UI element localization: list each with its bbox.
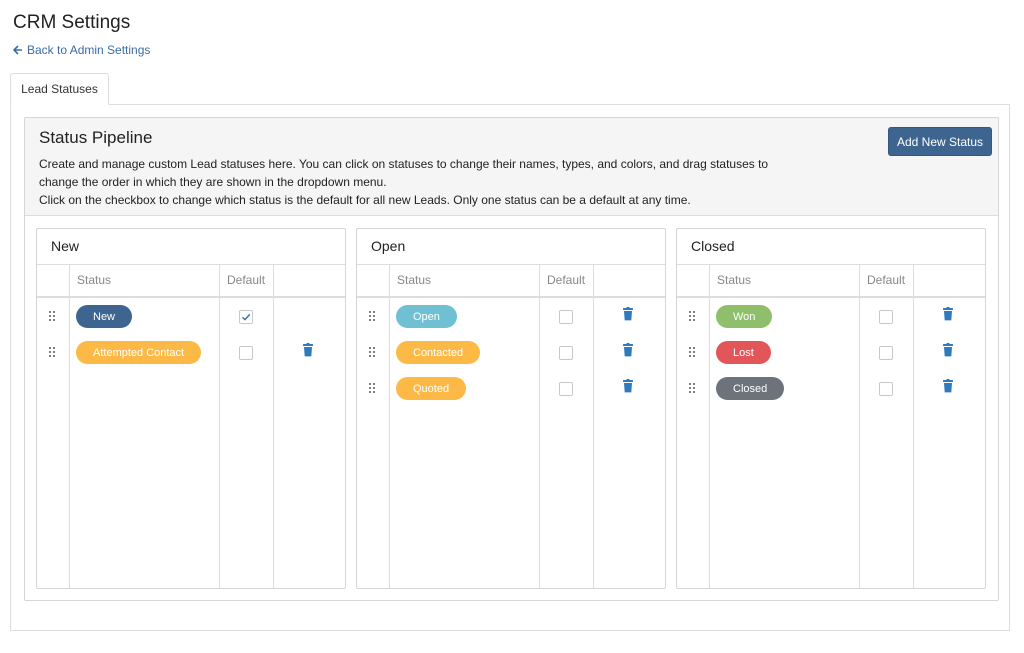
status-row: Open xyxy=(357,305,665,329)
status-row: New xyxy=(37,305,345,329)
trash-icon[interactable] xyxy=(302,343,314,357)
status-column-header: Status xyxy=(717,273,752,287)
default-checkbox[interactable] xyxy=(559,346,573,360)
add-new-status-button[interactable]: Add New Status xyxy=(888,127,992,156)
column-divider xyxy=(357,296,665,298)
status-pipeline-panel: Status Pipeline Create and manage custom… xyxy=(24,117,999,601)
pipeline-description: Create and manage custom Lead statuses h… xyxy=(39,155,809,209)
default-checkbox[interactable] xyxy=(879,346,893,360)
trash-icon[interactable] xyxy=(622,343,634,357)
drag-handle-icon[interactable] xyxy=(49,311,57,323)
trash-icon[interactable] xyxy=(942,307,954,321)
status-row: Lost xyxy=(677,341,985,365)
column-divider xyxy=(357,264,665,265)
checkmark-icon xyxy=(242,313,251,321)
default-checkbox[interactable] xyxy=(879,310,893,324)
status-pill[interactable]: Closed xyxy=(716,377,785,400)
status-row: Won xyxy=(677,305,985,329)
pipeline-header: Status Pipeline Create and manage custom… xyxy=(25,118,998,216)
status-column-header: Status xyxy=(397,273,432,287)
status-row: Contacted xyxy=(357,341,665,365)
drag-handle-icon[interactable] xyxy=(369,383,377,395)
column-title: Closed xyxy=(691,238,735,254)
column-closed: Closed Status Default Won Lost Closed xyxy=(676,228,986,589)
column-new: New Status Default New Attempted Contact xyxy=(36,228,346,589)
status-row: Quoted xyxy=(357,377,665,401)
tab-panel: Status Pipeline Create and manage custom… xyxy=(10,104,1010,631)
column-title: Open xyxy=(371,238,406,254)
status-row: Closed xyxy=(677,377,985,401)
status-pill[interactable]: Quoted xyxy=(396,377,467,400)
pipeline-description-line-2: Click on the checkbox to change which st… xyxy=(39,193,691,207)
arrow-left-icon xyxy=(13,45,22,55)
status-pill[interactable]: Open xyxy=(396,305,457,328)
default-checkbox[interactable] xyxy=(559,310,573,324)
status-column-header: Status xyxy=(77,273,112,287)
back-link-label: Back to Admin Settings xyxy=(27,43,151,57)
status-pill[interactable]: New xyxy=(76,305,133,328)
default-column-header: Default xyxy=(547,273,586,287)
trash-icon[interactable] xyxy=(622,379,634,393)
status-pill[interactable]: Attempted Contact xyxy=(76,341,202,364)
status-pill[interactable]: Contacted xyxy=(396,341,481,364)
default-checkbox[interactable] xyxy=(879,382,893,396)
status-pill[interactable]: Won xyxy=(716,305,773,328)
drag-handle-icon[interactable] xyxy=(369,311,377,323)
column-divider xyxy=(37,296,345,298)
drag-handle-icon[interactable] xyxy=(689,347,697,359)
column-divider xyxy=(37,264,345,265)
column-divider xyxy=(677,296,985,298)
drag-handle-icon[interactable] xyxy=(689,383,697,395)
status-pill[interactable]: Lost xyxy=(716,341,771,364)
tab-lead-statuses[interactable]: Lead Statuses xyxy=(10,73,109,105)
default-column-header: Default xyxy=(227,273,266,287)
drag-handle-icon[interactable] xyxy=(689,311,697,323)
status-row: Attempted Contact xyxy=(37,341,345,365)
trash-icon[interactable] xyxy=(942,379,954,393)
column-open: Open Status Default Open Contacted Quote… xyxy=(356,228,666,589)
page-title: CRM Settings xyxy=(13,12,131,33)
drag-handle-icon[interactable] xyxy=(369,347,377,359)
back-to-admin-link[interactable]: Back to Admin Settings xyxy=(13,43,150,57)
default-checkbox[interactable] xyxy=(559,382,573,396)
default-checkbox[interactable] xyxy=(239,310,253,324)
drag-handle-icon[interactable] xyxy=(49,347,57,359)
column-divider xyxy=(677,264,985,265)
default-checkbox[interactable] xyxy=(239,346,253,360)
pipeline-description-line-1: Create and manage custom Lead statuses h… xyxy=(39,157,769,189)
pipeline-title: Status Pipeline xyxy=(39,128,153,147)
trash-icon[interactable] xyxy=(942,343,954,357)
column-title: New xyxy=(51,238,80,254)
trash-icon[interactable] xyxy=(622,307,634,321)
default-column-header: Default xyxy=(867,273,906,287)
